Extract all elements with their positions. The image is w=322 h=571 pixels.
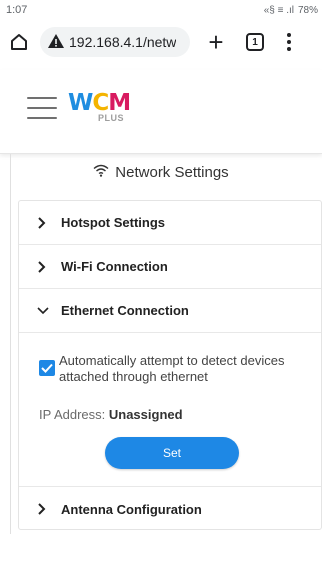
network-settings-page: Network Settings Hotspot Settings Wi-Fi … bbox=[0, 154, 322, 571]
hamburger-menu-icon[interactable] bbox=[27, 97, 57, 119]
logo-letter-w: W bbox=[68, 90, 93, 116]
battery-level: 78% bbox=[297, 4, 318, 16]
accordion-label: Wi-Fi Connection bbox=[61, 259, 168, 274]
chevron-right-icon bbox=[37, 216, 49, 229]
tab-switcher-icon[interactable]: 1 bbox=[246, 33, 264, 51]
wcm-plus-logo: WCM PLUS bbox=[68, 90, 148, 130]
app-header: WCM PLUS bbox=[0, 70, 322, 154]
ip-address-row: IP Address: Unassigned bbox=[39, 407, 183, 422]
wifi-icon bbox=[93, 164, 109, 181]
accordion-ethernet-connection[interactable]: Ethernet Connection bbox=[19, 289, 321, 333]
chevron-down-icon bbox=[37, 306, 49, 315]
overflow-menu-icon[interactable] bbox=[286, 33, 292, 51]
browser-toolbar: 192.168.4.1/netw + 1 bbox=[0, 22, 322, 62]
auto-detect-checkbox[interactable] bbox=[39, 360, 55, 376]
status-icons-text: «§ ≡ .ıl bbox=[263, 4, 294, 16]
accordion-label: Ethernet Connection bbox=[61, 303, 189, 318]
page-title: Network Settings bbox=[0, 158, 322, 186]
ip-address-value: Unassigned bbox=[108, 407, 183, 422]
auto-detect-row: Automatically attempt to detect devices … bbox=[39, 353, 289, 385]
logo-sub-text: PLUS bbox=[98, 113, 125, 123]
settings-accordion: Hotspot Settings Wi-Fi Connection Ethern… bbox=[18, 200, 322, 530]
status-time: 1:07 bbox=[6, 4, 28, 16]
not-secure-warning-icon[interactable] bbox=[48, 33, 64, 51]
auto-detect-label: Automatically attempt to detect devices … bbox=[59, 353, 285, 384]
accordion-hotspot-settings[interactable]: Hotspot Settings bbox=[19, 201, 321, 245]
status-bar: 1:07 «§ ≡ .ıl 78% bbox=[0, 0, 322, 20]
ethernet-connection-panel: Automatically attempt to detect devices … bbox=[19, 333, 321, 487]
new-tab-plus-icon[interactable]: + bbox=[204, 29, 228, 55]
set-button[interactable]: Set bbox=[105, 437, 239, 469]
address-bar[interactable]: 192.168.4.1/netw bbox=[40, 27, 190, 57]
page-title-text: Network Settings bbox=[115, 163, 229, 181]
tab-count: 1 bbox=[252, 36, 258, 48]
status-icons: «§ ≡ .ıl 78% bbox=[264, 5, 318, 16]
ip-address-label: IP Address: bbox=[39, 407, 106, 422]
url-text[interactable]: 192.168.4.1/netw bbox=[69, 34, 176, 50]
chevron-right-icon bbox=[37, 503, 49, 515]
accordion-label: Hotspot Settings bbox=[61, 215, 165, 230]
chevron-right-icon bbox=[37, 260, 49, 273]
home-icon[interactable] bbox=[6, 29, 32, 55]
accordion-wifi-connection[interactable]: Wi-Fi Connection bbox=[19, 245, 321, 289]
accordion-antenna-configuration[interactable]: Antenna Configuration bbox=[19, 487, 321, 531]
accordion-label: Antenna Configuration bbox=[61, 501, 202, 517]
